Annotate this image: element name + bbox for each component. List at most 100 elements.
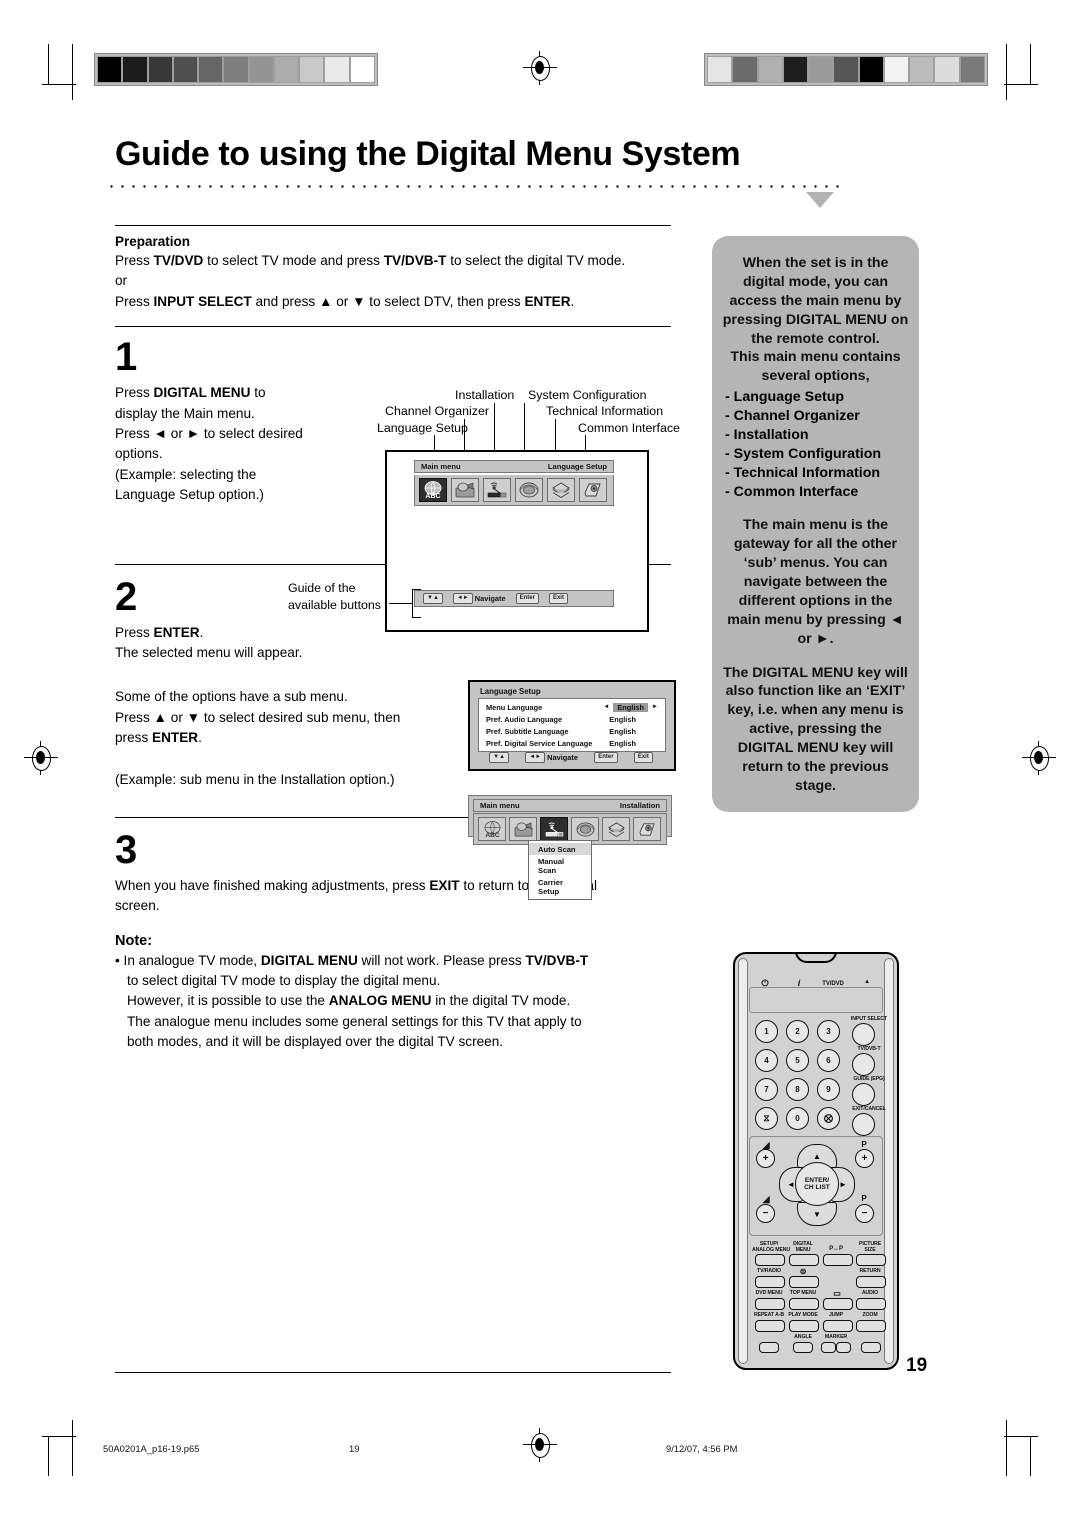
repeat-ab-label: REPEAT A-B [753, 1312, 785, 1318]
angle-label: ANGLE [794, 1334, 812, 1340]
program-down-label: P [861, 1194, 867, 1203]
language-setup-title: Language Setup [480, 687, 541, 696]
crop-mark-br-v [1006, 1420, 1008, 1476]
leader-guide-bracket-b [412, 617, 421, 619]
row-label: Pref. Audio Language [486, 714, 563, 724]
rewind-button[interactable] [759, 1342, 779, 1353]
arrow-right-icon[interactable]: ► [652, 704, 658, 710]
prog-swap-button[interactable] [823, 1254, 853, 1266]
language-setup-icon[interactable]: ABC [478, 817, 506, 841]
marker-label: MARKER [824, 1334, 848, 1340]
common-interface-icon[interactable] [633, 817, 661, 841]
marker-prev-button[interactable] [821, 1342, 836, 1353]
dvd-menu-button[interactable] [755, 1298, 785, 1310]
language-setup-screen: Language Setup Menu Language ◄ English ►… [468, 680, 676, 771]
language-setup-icon[interactable]: ABC [419, 478, 447, 502]
crop-mark-tl2 [72, 44, 74, 100]
arrow-left-icon[interactable]: ◄ [603, 704, 609, 710]
remote-control-illustration: ⏻ i TV/DVD ▲ 1 2 3 4 5 6 7 8 9 ⧖ 0 ⨂ INP… [733, 952, 899, 1370]
system-configuration-icon[interactable] [571, 817, 599, 841]
installation-submenu: Auto Scan Manual Scan Carrier Setup [528, 840, 592, 900]
exit-key-icon[interactable]: Exit [633, 752, 653, 763]
updown-key-icon[interactable]: ▼▲ [489, 752, 510, 763]
system-configuration-icon[interactable] [515, 478, 543, 502]
mute-button[interactable]: ⨂ [817, 1107, 840, 1130]
zoom-label: ZOOM [862, 1312, 878, 1318]
common-interface-icon[interactable] [579, 478, 607, 502]
exit-cancel-button[interactable] [852, 1113, 875, 1136]
enter-key-icon[interactable]: Enter [594, 752, 618, 763]
enter-key-icon[interactable]: Enter [515, 593, 539, 604]
key-2[interactable]: 2 [786, 1020, 809, 1043]
table-row[interactable]: Pref. Digital Service Language English [479, 737, 665, 749]
leader-guide-buttons-h [389, 603, 413, 605]
table-row[interactable]: Pref. Subtitle Language English [479, 725, 665, 737]
technical-information-icon[interactable] [602, 817, 630, 841]
table-row[interactable]: Menu Language ◄ English ► [479, 701, 665, 713]
forward-button[interactable] [861, 1342, 881, 1353]
top-menu-button[interactable] [789, 1298, 819, 1310]
panel-pointer-arrow [806, 192, 834, 208]
preparation-line-2: Press INPUT SELECT and press ▲ or ▼ to s… [115, 293, 575, 309]
main-menu-title-left: Main menu [421, 462, 461, 471]
exit-key-icon[interactable]: Exit [548, 593, 568, 604]
leftright-key-icon[interactable]: ◄► [452, 593, 473, 604]
program-up-button[interactable]: + [855, 1149, 874, 1168]
picture-size-button[interactable] [856, 1254, 886, 1266]
prog-swap-label: P↔P [829, 1246, 843, 1252]
audio-button[interactable] [856, 1298, 886, 1310]
input-select-button[interactable] [852, 1023, 875, 1046]
play-mode-button[interactable] [789, 1320, 819, 1332]
updown-key-icon[interactable]: ▼▲ [423, 593, 443, 604]
crop-mark-tl-h [42, 84, 76, 86]
key-9[interactable]: 9 [817, 1078, 840, 1101]
repeat-ab-button[interactable] [755, 1320, 785, 1332]
key-7[interactable]: 7 [755, 1078, 778, 1101]
angle-button[interactable] [793, 1342, 813, 1353]
tv-dvbt-button[interactable] [852, 1053, 875, 1076]
installation-icon[interactable] [483, 478, 511, 502]
key-8[interactable]: 8 [786, 1078, 809, 1101]
program-down-button[interactable]: − [855, 1204, 874, 1223]
tv-radio-button[interactable] [755, 1276, 785, 1288]
key-4[interactable]: 4 [755, 1049, 778, 1072]
table-row[interactable]: Pref. Audio Language English [479, 713, 665, 725]
key-0[interactable]: 0 [786, 1107, 809, 1130]
disc-menu-button[interactable] [789, 1276, 819, 1288]
leader-guide-bracket-t [412, 589, 421, 591]
list-item: - Common Interface [725, 483, 859, 500]
key-3[interactable]: 3 [817, 1020, 840, 1043]
key-5[interactable]: 5 [786, 1049, 809, 1072]
submenu-item-auto-scan[interactable]: Auto Scan [529, 843, 591, 855]
crop-mark-bl-v [72, 1420, 74, 1476]
enter-ch-list-button[interactable]: ENTER/ CH LIST [795, 1162, 839, 1206]
volume-up-button[interactable]: + [756, 1149, 775, 1168]
digital-menu-button[interactable] [789, 1254, 819, 1266]
channel-organizer-icon[interactable] [451, 478, 479, 502]
zoom-button[interactable] [856, 1320, 886, 1332]
return-label: RETURN [859, 1268, 881, 1274]
sleep-timer-button[interactable]: ⧖ [755, 1107, 778, 1130]
installation-icon[interactable] [540, 817, 568, 841]
jump-button[interactable] [823, 1320, 853, 1332]
page-title: Guide to using the Digital Menu System [115, 135, 741, 173]
return-button[interactable] [856, 1276, 886, 1288]
key-6[interactable]: 6 [817, 1049, 840, 1072]
guide-epg-button[interactable] [852, 1083, 875, 1106]
setup-analog-menu-button[interactable] [755, 1254, 785, 1266]
remote-top-notch [795, 954, 837, 963]
leftright-key-icon[interactable]: ◄► [525, 752, 546, 763]
submenu-item-manual-scan[interactable]: Manual Scan [529, 855, 591, 876]
marker-next-button[interactable] [836, 1342, 851, 1353]
volume-down-button[interactable]: − [756, 1204, 775, 1223]
key-1[interactable]: 1 [755, 1020, 778, 1043]
language-setup-list: Menu Language ◄ English ► Pref. Audio La… [478, 698, 666, 752]
crop-mark-br2 [1030, 1436, 1032, 1476]
submenu-item-carrier-setup[interactable]: Carrier Setup [529, 876, 591, 897]
subtitle-button[interactable] [823, 1298, 853, 1310]
channel-organizer-icon[interactable] [509, 817, 537, 841]
crop-mark-br-h [1004, 1436, 1038, 1438]
guide-epg-label: GUIDE (EPG) [853, 1076, 885, 1082]
technical-information-icon[interactable] [547, 478, 575, 502]
enter-label-line1: ENTER/ [804, 1176, 830, 1184]
